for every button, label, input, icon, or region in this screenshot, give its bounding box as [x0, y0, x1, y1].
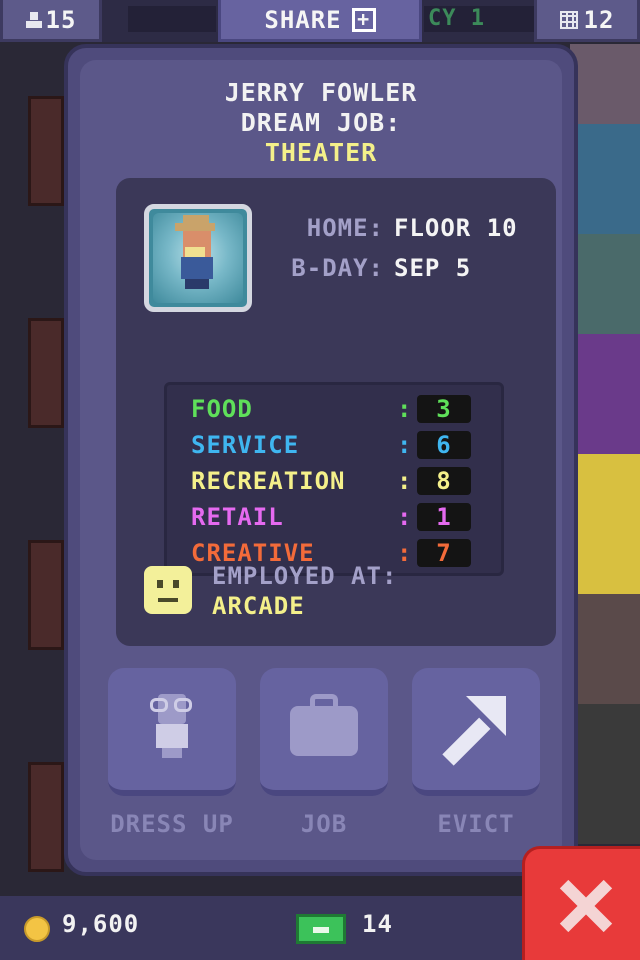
job-button[interactable]: [260, 668, 388, 796]
avatar[interactable]: [144, 204, 252, 312]
smiley-eye: [157, 580, 163, 588]
skills-panel: FOOD : 3 SERVICE : 6 RECREATION : 8 RETA…: [164, 382, 504, 576]
employed-value: ARCADE: [212, 592, 305, 620]
home-value: FLOOR 10: [394, 214, 518, 242]
dream-job-value: THEATER: [264, 138, 378, 167]
suit-icon: [148, 694, 196, 758]
top-bar: 15 SHARE + CY 1 12: [0, 0, 640, 42]
suit-icon-body: [156, 724, 188, 748]
skill-colon: :: [397, 395, 413, 423]
skill-colon: :: [397, 539, 413, 567]
share-icon: +: [351, 7, 376, 32]
job-label: JOB: [300, 810, 348, 838]
population-counter[interactable]: 15: [0, 0, 102, 42]
tower-room: [570, 454, 640, 594]
skill-value: 7: [417, 539, 471, 567]
floor-marker: [28, 762, 64, 872]
resident-card: HOME: FLOOR 10 B-DAY: SEP 5 FOOD : 3 SER…: [116, 178, 556, 646]
skill-row-retail: RETAIL : 1: [191, 503, 471, 533]
skill-label: RETAIL: [191, 503, 284, 531]
avatar-body: [181, 257, 213, 279]
floor-marker: [28, 96, 64, 206]
smiley-eye: [173, 580, 179, 588]
skill-colon: :: [397, 503, 413, 531]
bday-label: B-DAY:: [291, 254, 384, 282]
floor-marker: [28, 540, 64, 650]
close-button[interactable]: [522, 846, 640, 960]
dress-up-button[interactable]: [108, 668, 236, 796]
avatar-hat-brim: [175, 223, 215, 231]
floor-marker: [28, 318, 64, 428]
suit-icon-glasses: [150, 698, 168, 712]
tower-room: [570, 704, 640, 844]
tower-room: [570, 234, 640, 334]
skill-row-food: FOOD : 3: [191, 395, 471, 425]
smiley-mouth: [158, 598, 178, 602]
evict-arrow-icon: [442, 696, 506, 766]
suit-icon-legs: [162, 748, 182, 758]
population-value: 15: [45, 5, 77, 34]
skill-colon: :: [397, 467, 413, 495]
skill-label: SERVICE: [191, 431, 300, 459]
evict-label: EVICT: [437, 810, 515, 838]
tower-room: [570, 44, 640, 124]
share-button[interactable]: SHARE +: [218, 0, 422, 42]
briefcase-icon: [290, 706, 358, 756]
resident-name: JERRY FOWLER: [224, 78, 418, 107]
close-icon: [559, 879, 613, 933]
skill-row-recreation: RECREATION : 8: [191, 467, 471, 497]
smiley-icon: [144, 566, 192, 614]
employed-label: EMPLOYED AT:: [212, 562, 398, 590]
tower-room: [570, 594, 640, 704]
tower-room: [570, 124, 640, 234]
floors-icon: [559, 10, 578, 29]
resident-modal: JERRY FOWLER DREAM JOB: THEATER HOME: FL…: [64, 44, 578, 876]
bux-icon-detail: [313, 927, 329, 933]
avatar-beard: [185, 247, 205, 257]
ticker-left: [128, 6, 216, 32]
skill-colon: :: [397, 431, 413, 459]
skill-row-service: SERVICE : 6: [191, 431, 471, 461]
skill-value: 1: [417, 503, 471, 531]
population-icon: [25, 11, 42, 28]
skill-value: 3: [417, 395, 471, 423]
skill-value: 6: [417, 431, 471, 459]
suit-icon-glasses: [174, 698, 192, 712]
coins-value: 9,600: [62, 910, 140, 938]
avatar-legs: [185, 279, 209, 289]
dress-up-label: DRESS UP: [110, 810, 234, 838]
evict-button[interactable]: [412, 668, 540, 796]
skill-label: FOOD: [191, 395, 253, 423]
bux-icon: [296, 914, 346, 944]
coin-icon: [24, 916, 50, 942]
share-label: SHARE: [264, 5, 342, 34]
floors-value: 12: [583, 5, 615, 34]
ticker-right: CY 1: [424, 6, 534, 32]
home-label: HOME:: [306, 214, 384, 242]
dream-job-label: DREAM JOB:: [240, 108, 402, 137]
floors-counter[interactable]: 12: [534, 0, 640, 42]
modal-panel: JERRY FOWLER DREAM JOB: THEATER HOME: FL…: [80, 60, 562, 860]
arrow-head: [466, 696, 506, 736]
tower-room: [570, 334, 640, 454]
bux-value: 14: [362, 910, 393, 938]
skill-value: 8: [417, 467, 471, 495]
skill-label: RECREATION: [191, 467, 346, 495]
bday-value: SEP 5: [394, 254, 472, 282]
